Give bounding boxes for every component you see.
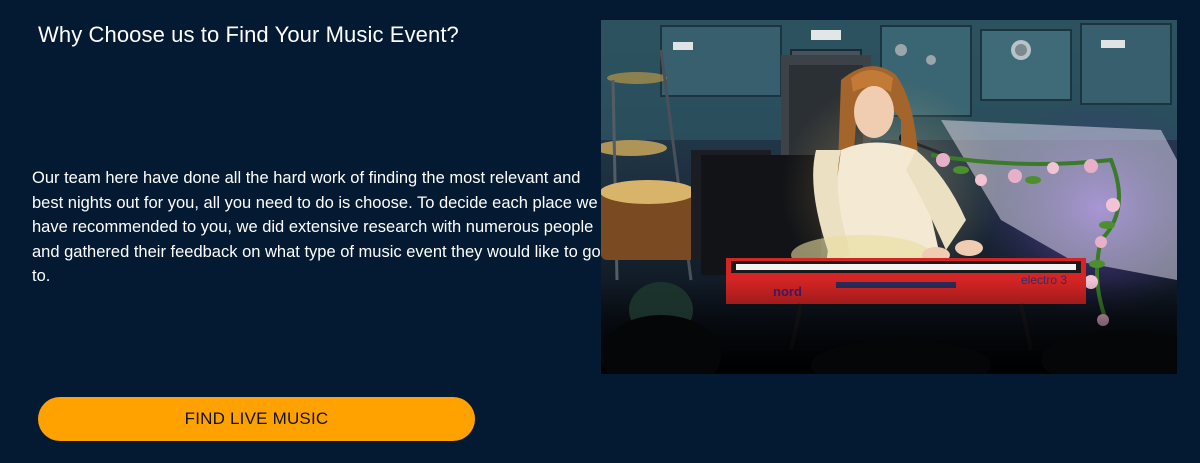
section-description: Our team here have done all the hard wor… bbox=[32, 169, 601, 285]
performer-photo: nord electro 3 bbox=[601, 20, 1177, 374]
find-live-music-button[interactable]: FIND LIVE MUSIC bbox=[38, 397, 475, 441]
section-heading: Why Choose us to Find Your Music Event? bbox=[38, 22, 459, 47]
